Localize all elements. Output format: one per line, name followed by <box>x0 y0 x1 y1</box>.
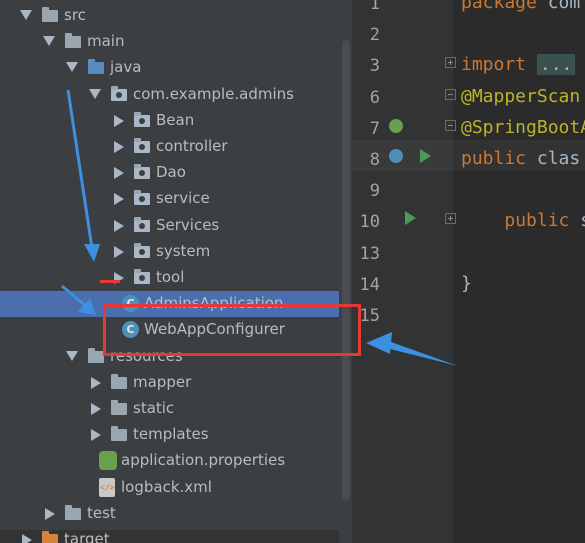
pointer-arrow <box>366 332 458 366</box>
pointer-arrow <box>61 284 96 315</box>
pointer-arrows <box>61 89 458 366</box>
pointer-arrow <box>66 89 100 262</box>
